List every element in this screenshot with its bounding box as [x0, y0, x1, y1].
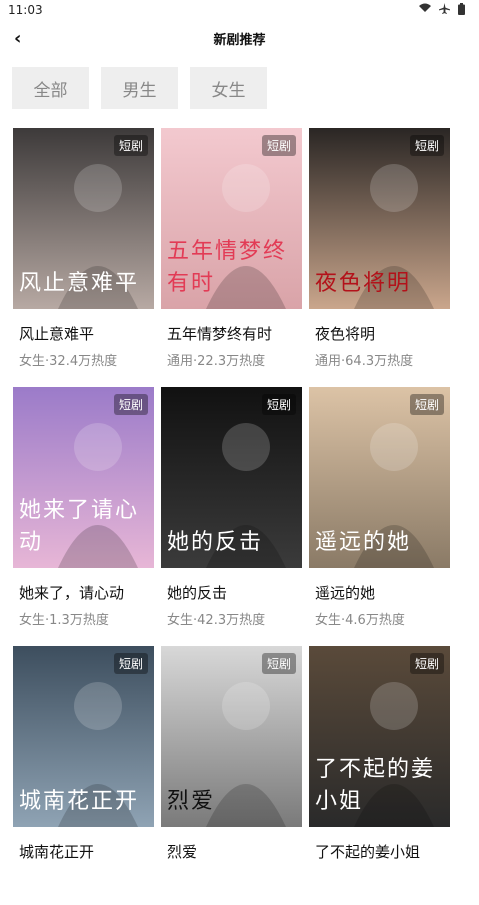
poster-title-art: 她的反击	[167, 530, 264, 555]
drama-category: 通用	[315, 354, 342, 369]
battery-icon	[458, 3, 465, 18]
airplane-icon	[439, 3, 450, 18]
drama-title[interactable]: 夜色将明	[315, 323, 450, 344]
drama-category: 女生	[19, 613, 46, 628]
drama-poster[interactable]: 短剧她来了请心动	[13, 387, 154, 568]
poster-title-art: 遥远的她	[315, 530, 412, 555]
drama-heat: ·4.6万热度	[341, 613, 405, 628]
drama-card[interactable]: 短剧了不起的姜小姐 了不起的姜小姐	[309, 646, 450, 905]
drama-heat: ·22.3万热度	[193, 354, 266, 369]
drama-meta: 女生·42.3万热度	[167, 609, 302, 628]
filter-tab-all[interactable]: 全部	[12, 67, 89, 109]
drama-category: 女生	[315, 613, 342, 628]
drama-meta: 通用·22.3万热度	[167, 350, 302, 369]
poster-title-art: 她来了请心动	[19, 498, 140, 555]
drama-title[interactable]: 她来了，请心动	[19, 582, 154, 603]
short-drama-badge: 短剧	[113, 135, 148, 156]
drama-meta: 女生·4.6万热度	[315, 609, 450, 628]
drama-card[interactable]: 短剧 夜色将明 夜色将明 通用·64.3万热度	[309, 128, 450, 387]
status-time: 11:03	[8, 3, 43, 17]
short-drama-badge: 短剧	[409, 394, 444, 415]
short-drama-badge: 短剧	[261, 653, 296, 674]
status-bar: 11:03	[0, 0, 479, 22]
drama-title[interactable]: 遥远的她	[315, 582, 450, 603]
drama-heat: ·42.3万热度	[193, 613, 266, 628]
poster-title-art: 五年情梦终有时	[167, 239, 288, 296]
drama-poster[interactable]: 短剧五年情梦终有时	[161, 128, 302, 309]
wifi-icon	[419, 3, 431, 18]
short-drama-badge: 短剧	[409, 653, 444, 674]
filter-tab-female[interactable]: 女生	[190, 67, 267, 109]
drama-poster[interactable]: 短剧夜色将明	[309, 128, 450, 309]
drama-meta: 女生·32.4万热度	[19, 350, 154, 369]
drama-card[interactable]: 短剧 她的反击 她的反击 女生·42.3万热度	[161, 387, 302, 646]
drama-card[interactable]: 短剧 五年情梦终有时 五年情梦终有时 通用·22.3万热度	[161, 128, 302, 387]
drama-title[interactable]: 风止意难平	[19, 323, 154, 344]
drama-category: 女生	[19, 354, 46, 369]
page-title: 新剧推荐	[213, 33, 266, 48]
drama-poster[interactable]: 短剧遥远的她	[309, 387, 450, 568]
top-nav-bar: ‹ 新剧推荐	[0, 22, 479, 52]
drama-heat: ·1.3万热度	[45, 613, 109, 628]
drama-poster[interactable]: 短剧烈爱	[161, 646, 302, 827]
drama-grid: 短剧 风止意难平 风止意难平 女生·32.4万热度 短剧 五年情梦终有时 五年情梦终有时 通用…	[13, 128, 450, 905]
poster-title-art: 烈爱	[167, 789, 216, 814]
drama-heat: ·32.4万热度	[45, 354, 118, 369]
drama-card[interactable]: 短剧 遥远的她 遥远的她 女生·4.6万热度	[309, 387, 450, 646]
drama-category: 通用	[167, 354, 194, 369]
drama-card[interactable]: 短剧城南花正开 城南花正开	[13, 646, 154, 905]
drama-title[interactable]: 她的反击	[167, 582, 302, 603]
drama-poster[interactable]: 短剧她的反击	[161, 387, 302, 568]
status-icons	[419, 3, 465, 18]
short-drama-badge: 短剧	[261, 394, 296, 415]
poster-title-art: 风止意难平	[19, 271, 140, 296]
drama-poster[interactable]: 短剧城南花正开	[13, 646, 154, 827]
drama-title[interactable]: 五年情梦终有时	[167, 323, 302, 344]
drama-category: 女生	[167, 613, 194, 628]
drama-card[interactable]: 短剧 风止意难平 风止意难平 女生·32.4万热度	[13, 128, 154, 387]
short-drama-badge: 短剧	[409, 135, 444, 156]
drama-poster[interactable]: 短剧风止意难平	[13, 128, 154, 309]
drama-poster[interactable]: 短剧了不起的姜小姐	[309, 646, 450, 827]
drama-meta: 女生·1.3万热度	[19, 609, 154, 628]
drama-meta: 通用·64.3万热度	[315, 350, 450, 369]
filter-tab-male[interactable]: 男生	[101, 67, 178, 109]
short-drama-badge: 短剧	[113, 653, 148, 674]
drama-heat: ·64.3万热度	[341, 354, 414, 369]
filter-tabs: 全部 男生 女生	[12, 67, 267, 109]
poster-title-art: 城南花正开	[19, 789, 140, 814]
short-drama-badge: 短剧	[261, 135, 296, 156]
short-drama-badge: 短剧	[113, 394, 148, 415]
drama-card[interactable]: 短剧烈爱 烈爱	[161, 646, 302, 905]
poster-title-art: 了不起的姜小姐	[315, 757, 436, 814]
poster-title-art: 夜色将明	[315, 271, 412, 296]
drama-card[interactable]: 短剧 她来了请心动 她来了，请心动 女生·1.3万热度	[13, 387, 154, 646]
